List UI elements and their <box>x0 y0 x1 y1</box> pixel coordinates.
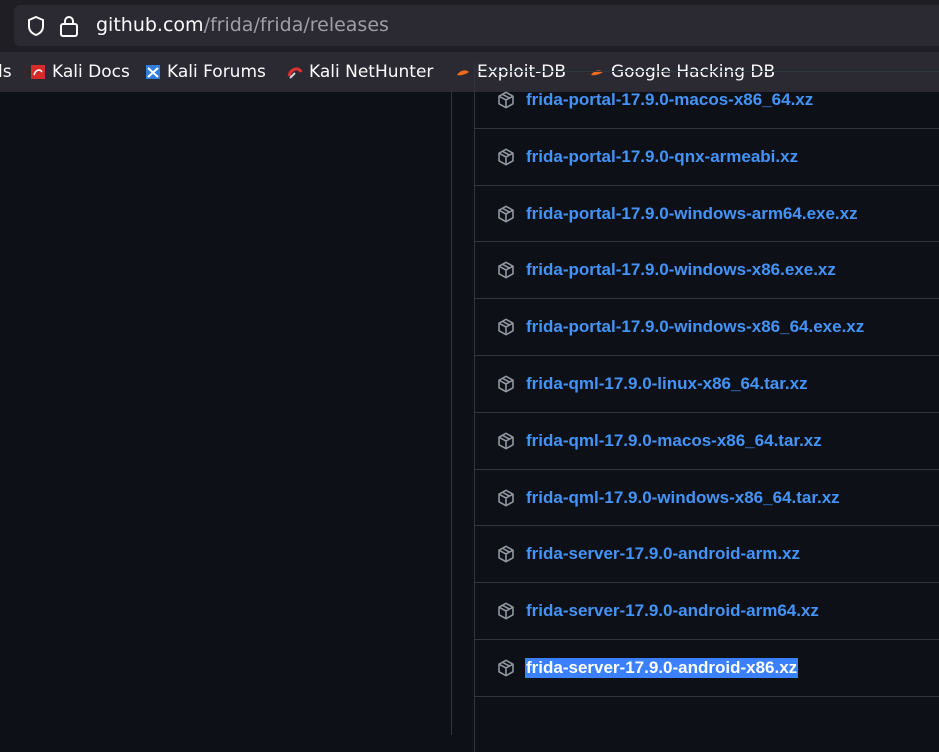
column-divider <box>451 92 452 735</box>
bookmark-item[interactable]: ls <box>0 61 12 83</box>
bookmark-kali-docs[interactable]: Kali Docs <box>30 61 130 83</box>
package-icon <box>497 205 515 223</box>
package-icon <box>497 261 515 279</box>
package-icon <box>497 659 515 677</box>
release-assets-list: frida-portal-17.9.0-macos-x86_64.xzfrida… <box>474 62 939 752</box>
kali-nethunter-icon <box>287 64 303 80</box>
package-icon <box>497 148 515 166</box>
asset-download-link[interactable]: frida-qml-17.9.0-windows-x86_64.tar.xz <box>526 488 840 508</box>
asset-download-link[interactable]: frida-server-17.9.0-android-arm.xz <box>526 544 800 564</box>
package-icon <box>497 432 515 450</box>
package-icon <box>497 602 515 620</box>
release-page: frida-portal-17.9.0-macos-x86_64.xzfrida… <box>0 62 939 752</box>
asset-download-link[interactable]: frida-portal-17.9.0-windows-arm64.exe.xz <box>526 204 858 224</box>
asset-download-link[interactable]: frida-portal-17.9.0-windows-x86.exe.xz <box>526 260 836 280</box>
asset-row: frida-portal-17.9.0-windows-arm64.exe.xz <box>475 184 939 242</box>
asset-download-link[interactable]: frida-server-17.9.0-android-x86.xz <box>525 658 799 678</box>
asset-download-link[interactable]: frida-qml-17.9.0-macos-x86_64.tar.xz <box>526 431 822 451</box>
package-icon <box>497 318 515 336</box>
url-path: /frida/frida/releases <box>203 14 389 36</box>
browser-toolbar: github.com/frida/frida/releases <box>0 0 939 52</box>
shield-icon[interactable] <box>26 15 46 42</box>
asset-row: frida-qml-17.9.0-macos-x86_64.tar.xz <box>475 411 939 469</box>
asset-row: frida-server-17.9.0-android-arm.xz <box>475 525 939 582</box>
asset-row: frida-server-17.9.0-android-arm64.xz <box>475 582 939 639</box>
asset-download-link[interactable]: frida-portal-17.9.0-windows-x86_64.exe.x… <box>526 317 864 337</box>
asset-row: frida-portal-17.9.0-windows-x86_64.exe.x… <box>475 298 939 355</box>
asset-download-link[interactable]: frida-server-17.9.0-android-arm64.xz <box>526 601 819 621</box>
package-icon <box>497 91 515 109</box>
bookmark-label: Kali Docs <box>52 62 130 82</box>
bookmark-label: Kali Forums <box>167 62 266 82</box>
bookmark-kali-forums[interactable]: Kali Forums <box>145 61 266 83</box>
asset-row: frida-qml-17.9.0-linux-x86_64.tar.xz <box>475 355 939 412</box>
asset-download-link[interactable]: frida-qml-17.9.0-linux-x86_64.tar.xz <box>526 374 808 394</box>
package-icon <box>497 489 515 507</box>
asset-row-border <box>475 695 939 697</box>
asset-row: frida-qml-17.9.0-windows-x86_64.tar.xz <box>475 468 939 526</box>
url-host: github.com <box>96 14 204 36</box>
asset-row: frida-portal-17.9.0-qnx-armeabi.xz <box>475 127 939 185</box>
kali-docs-icon <box>30 64 46 80</box>
package-icon <box>497 545 515 563</box>
asset-row: frida-portal-17.9.0-macos-x86_64.xz <box>475 71 939 128</box>
lock-icon[interactable] <box>58 14 80 43</box>
package-icon <box>497 375 515 393</box>
asset-row: frida-server-17.9.0-android-x86.xz <box>475 639 939 696</box>
kali-forums-icon <box>145 64 161 80</box>
bookmark-label: ls <box>0 62 12 82</box>
bookmark-kali-nethunter[interactable]: Kali NetHunter <box>287 61 433 83</box>
asset-row: frida-portal-17.9.0-windows-x86.exe.xz <box>475 241 939 298</box>
url-text[interactable]: github.com/frida/frida/releases <box>96 14 389 36</box>
asset-download-link[interactable]: frida-portal-17.9.0-macos-x86_64.xz <box>526 90 813 110</box>
address-bar[interactable]: github.com/frida/frida/releases <box>14 5 939 46</box>
asset-download-link[interactable]: frida-portal-17.9.0-qnx-armeabi.xz <box>526 147 798 167</box>
exploit-db-icon <box>455 64 471 80</box>
bookmark-label: Kali NetHunter <box>309 62 434 82</box>
